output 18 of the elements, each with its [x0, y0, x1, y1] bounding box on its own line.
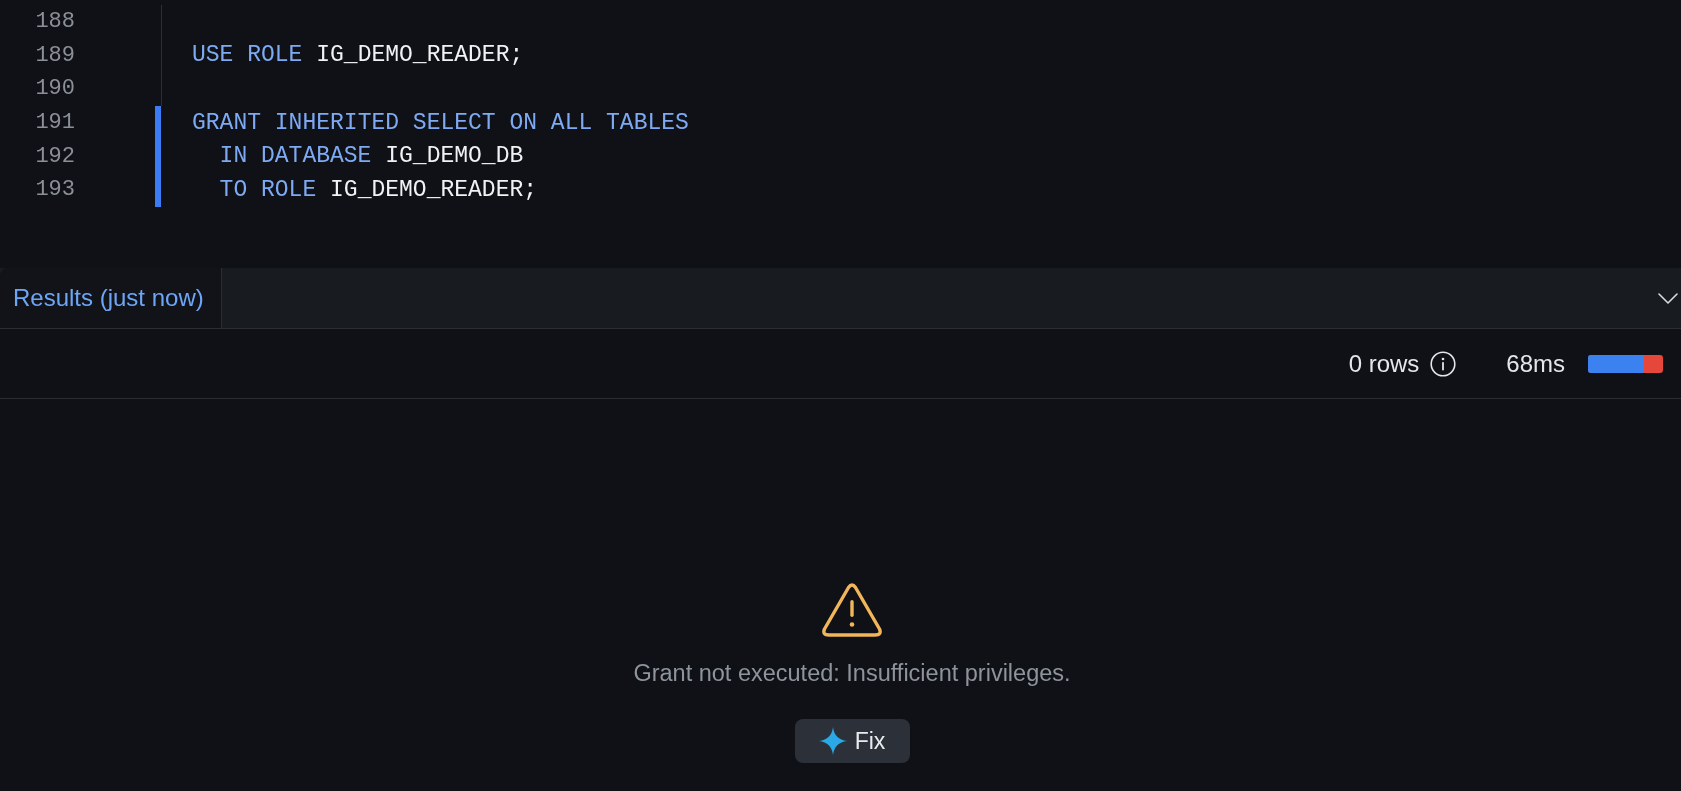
line-number: 190	[34, 76, 75, 102]
warning-icon	[822, 583, 882, 637]
error-message: Grant not executed: Insufficient privileges.	[633, 660, 1071, 686]
fix-button[interactable]: Fix	[794, 719, 910, 763]
info-icon[interactable]	[1430, 350, 1457, 377]
duration: 68ms	[1506, 349, 1565, 378]
chevron-down-icon[interactable]	[1658, 292, 1678, 304]
line-number: 189	[34, 42, 75, 69]
line-number: 188	[34, 8, 75, 35]
code-line: USE ROLE IG_DEMO_READER;	[192, 42, 524, 69]
line-number: 193	[34, 176, 75, 203]
row-count: 0 rows	[1348, 349, 1420, 378]
line-number: 191	[34, 109, 75, 136]
code-line: IN DATABASE IG_DEMO_DB	[219, 143, 524, 170]
code-line: TO ROLE IG_DEMO_READER;	[219, 176, 538, 203]
code-line: GRANT INHERITED SELECT ON ALL TABLES	[192, 109, 689, 136]
results-tab[interactable]: Results (just now)	[0, 268, 222, 328]
line-number: 192	[34, 143, 75, 170]
